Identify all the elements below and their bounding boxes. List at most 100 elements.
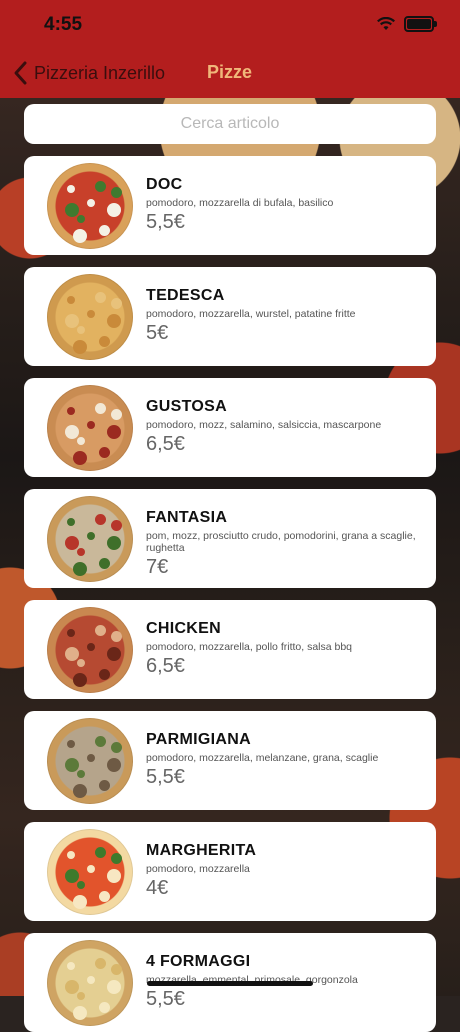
pizza-ingredients: pomodoro, mozzarella, pollo fritto, sals… — [146, 641, 353, 653]
pizza-topping — [73, 562, 87, 576]
pizza-image — [47, 163, 133, 249]
pizza-topping — [65, 203, 79, 217]
back-button[interactable]: Pizzeria Inzerillo — [12, 60, 165, 86]
pizza-topping — [111, 520, 122, 531]
pizza-card[interactable]: CHICKEN pomodoro, mozzarella, pollo fritt… — [24, 600, 436, 699]
pizza-topping — [99, 447, 110, 458]
pizza-topping — [77, 770, 85, 778]
pizza-topping — [77, 437, 85, 445]
pizza-topping — [67, 851, 75, 859]
pizza-topping — [111, 409, 122, 420]
pizza-price: 5,5€ — [146, 766, 185, 788]
pizza-topping — [87, 754, 95, 762]
back-label: Pizzeria Inzerillo — [34, 62, 166, 83]
pizza-topping — [107, 758, 121, 772]
pizza-topping — [111, 187, 122, 198]
pizza-topping — [67, 629, 75, 637]
pizza-topping — [111, 853, 122, 864]
navigation-bar: 4:55 Pizzeria Inzerillo Pizze — [0, 0, 460, 98]
search-bar[interactable] — [24, 104, 436, 144]
pizza-topping — [87, 976, 95, 984]
pizza-ingredients: pomodoro, mozzarella — [146, 863, 250, 875]
pizza-topping — [111, 631, 122, 642]
pizza-price: 6,5€ — [146, 433, 185, 455]
pizza-info: PARMIGIANA pomodoro, mozzarella, melanzan… — [146, 731, 421, 789]
pizza-topping — [65, 647, 79, 661]
pizza-card[interactable]: FANTASIA pom, mozz, prosciutto crudo, pom… — [24, 489, 436, 588]
pizza-info: GUSTOSA pomodoro, mozz, salamino, salsicc… — [146, 398, 421, 456]
pizza-topping — [107, 980, 121, 994]
pizza-topping — [99, 225, 110, 236]
pizza-topping — [73, 340, 87, 354]
pizza-price: 4€ — [146, 877, 169, 899]
pizza-topping — [95, 181, 106, 192]
pizza-card[interactable]: GUSTOSA pomodoro, mozz, salamino, salsicc… — [24, 378, 436, 477]
pizza-name: PARMIGIANA — [146, 731, 251, 748]
pizza-topping — [67, 407, 75, 415]
pizza-info: MARGHERITA pomodoro, mozzarella 4€ — [146, 842, 421, 900]
pizza-topping — [99, 558, 110, 569]
chevron-left-icon — [14, 61, 27, 85]
pizza-topping — [95, 736, 106, 747]
pizza-card[interactable]: TEDESCA pomodoro, mozzarella, wurstel, pa… — [24, 267, 436, 366]
pizza-topping — [67, 518, 75, 526]
pizza-topping — [67, 962, 75, 970]
pizza-topping — [87, 421, 95, 429]
pizza-topping — [95, 958, 106, 969]
pizza-topping — [107, 647, 121, 661]
pizza-topping — [73, 895, 87, 909]
pizza-topping — [95, 292, 106, 303]
pizza-topping — [77, 548, 85, 556]
pizza-price: 5,5€ — [146, 211, 185, 233]
pizza-topping — [87, 865, 95, 873]
pizza-ingredients: pom, mozz, prosciutto crudo, pomodorini,… — [146, 530, 416, 554]
pizza-topping — [107, 425, 121, 439]
pizza-topping — [87, 643, 95, 651]
pizza-topping — [87, 199, 95, 207]
pizza-image — [47, 718, 133, 804]
pizza-topping — [87, 310, 95, 318]
pizza-topping — [99, 1002, 110, 1013]
pizza-card[interactable]: DOC pomodoro, mozzarella di bufala, basil… — [24, 156, 436, 255]
pizza-topping — [95, 403, 106, 414]
pizza-topping — [77, 881, 85, 889]
pizza-topping — [65, 758, 79, 772]
pizza-image — [47, 385, 133, 471]
pizza-topping — [65, 980, 79, 994]
pizza-topping — [99, 336, 110, 347]
pizza-topping — [99, 780, 110, 791]
pizza-topping — [77, 659, 85, 667]
pizza-card[interactable]: PARMIGIANA pomodoro, mozzarella, melanzan… — [24, 711, 436, 810]
pizza-topping — [67, 296, 75, 304]
pizza-card[interactable]: MARGHERITA pomodoro, mozzarella 4€ — [24, 822, 436, 921]
pizza-price: 5€ — [146, 322, 169, 344]
pizza-topping — [95, 625, 106, 636]
pizza-name: 4 FORMAGGI — [146, 953, 251, 970]
pizza-image — [47, 940, 133, 1026]
pizza-name: MARGHERITA — [146, 842, 257, 859]
pizza-topping — [73, 673, 87, 687]
pizza-topping — [107, 536, 121, 550]
pizza-topping — [77, 992, 85, 1000]
pizza-topping — [73, 229, 87, 243]
pizza-image — [47, 496, 133, 582]
page-title: Pizze — [207, 62, 253, 82]
pizza-topping — [65, 314, 79, 328]
pizza-topping — [99, 891, 110, 902]
pizza-topping — [77, 326, 85, 334]
pizza-name: GUSTOSA — [146, 398, 227, 415]
pizza-topping — [107, 203, 121, 217]
pizza-name: FANTASIA — [146, 509, 228, 526]
pizza-topping — [73, 784, 87, 798]
pizza-topping — [87, 532, 95, 540]
search-input[interactable] — [42, 114, 418, 134]
pizza-info: CHICKEN pomodoro, mozzarella, pollo fritt… — [146, 620, 421, 678]
pizza-topping — [107, 869, 121, 883]
pizza-topping — [65, 869, 79, 883]
pizza-price: 6,5€ — [146, 655, 185, 677]
pizza-topping — [95, 847, 106, 858]
pizza-topping — [111, 742, 122, 753]
pizza-topping — [77, 215, 85, 223]
pizza-info: TEDESCA pomodoro, mozzarella, wurstel, pa… — [146, 287, 421, 345]
pizza-name: CHICKEN — [146, 620, 221, 637]
